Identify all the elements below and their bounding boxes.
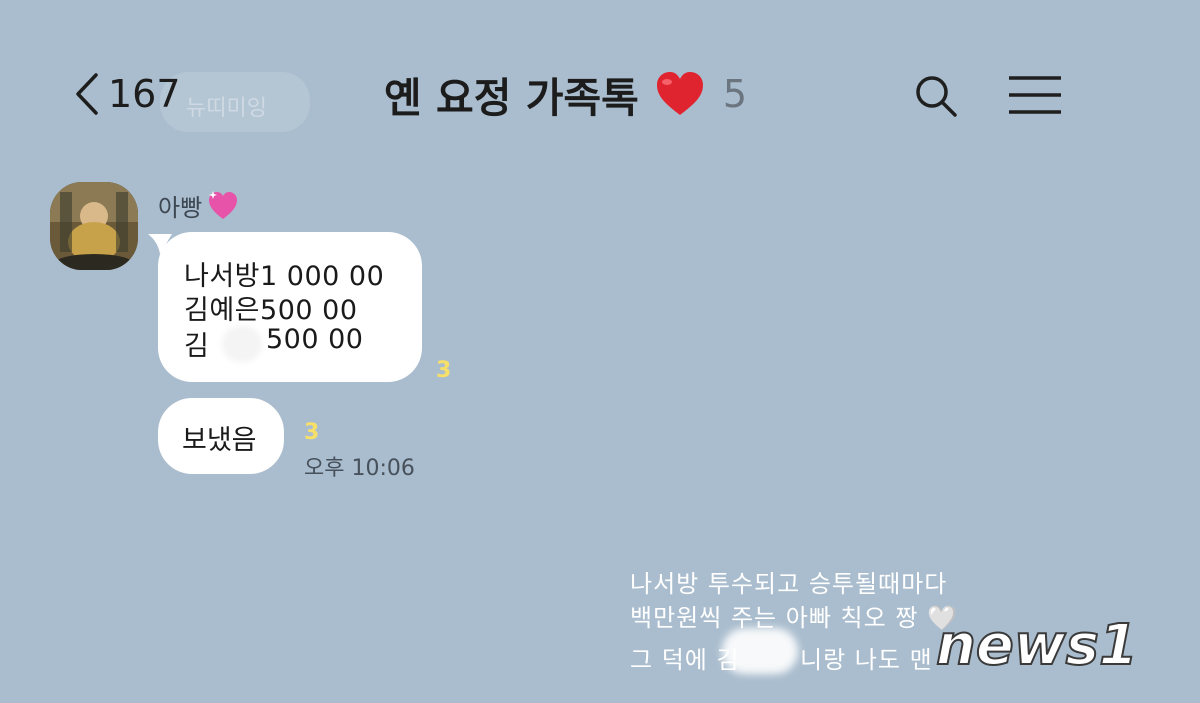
menu-icon[interactable]: [1006, 72, 1064, 118]
message-line-redacted-name: 김: [184, 331, 210, 362]
sender-name: 아빵: [158, 188, 240, 223]
message-bubble-amounts[interactable]: 나서방1 000 00 김예은500 00 김 500 00: [158, 232, 422, 382]
avatar-image: [50, 182, 138, 270]
sparkling-heart-icon: [209, 190, 238, 219]
news1-logo: news1: [935, 612, 1139, 679]
message-timestamp: 오후 10:06: [304, 456, 415, 481]
search-icon[interactable]: [910, 70, 962, 122]
news1-logo-text: news1: [936, 613, 1138, 678]
chat-screen: 뉴띠미잉 167 옌 요정 가족톡 5 아빵 나서방1 000 00 김예은50…: [0, 0, 1200, 703]
message-line: 김예은500 00: [184, 295, 358, 326]
caption-line-end: 니랑 나도 맨: [800, 646, 933, 674]
message-line-amount: 500 00: [266, 324, 364, 355]
chat-title: 옌 요정 가족톡: [384, 74, 639, 122]
caption-redaction-blur: [722, 628, 798, 674]
redaction-blur: [222, 326, 262, 362]
background-ghost-text: 뉴띠미잉: [186, 96, 267, 121]
chevron-left-icon: [76, 73, 98, 115]
unread-count: 3: [436, 358, 452, 383]
member-count: 5: [722, 72, 748, 116]
chat-title-bar: 옌 요정 가족톡 5: [384, 62, 747, 126]
unread-chat-count: 167: [108, 72, 181, 116]
sender-name-text: 아빵: [158, 194, 203, 222]
back-button[interactable]: 167: [70, 66, 181, 122]
red-heart-icon: [656, 72, 703, 115]
caption-line: 백만원씩 주는 아빠 칙오 짱 🤍: [630, 604, 958, 632]
unread-count: 3: [304, 420, 320, 445]
message-bubble-sent[interactable]: 보냈음: [158, 398, 284, 474]
message-text: 보냈음: [182, 425, 257, 456]
sender-avatar[interactable]: [50, 182, 138, 270]
caption-line: 나서방 투수되고 승투될때마다: [630, 570, 948, 598]
